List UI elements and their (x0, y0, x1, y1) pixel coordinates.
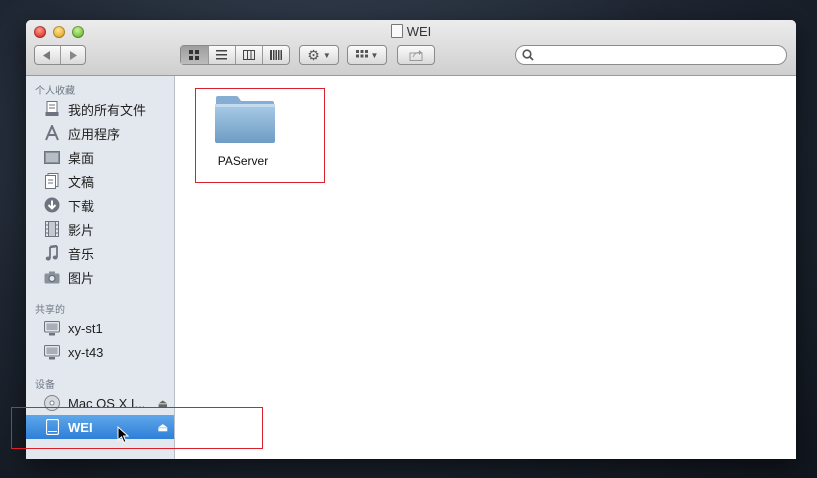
toolbar: WEI ⚙ ▼ ▼ (26, 20, 796, 76)
finder-window: WEI ⚙ ▼ ▼ 个人收藏 我的所有文件 应用程序 桌面 文稿 下载 影片 音… (26, 20, 796, 459)
sidebar-item-documents[interactable]: 文稿 (26, 169, 174, 193)
sidebar-item-pictures[interactable]: 图片 (26, 265, 174, 289)
search-field[interactable] (515, 45, 787, 65)
icon-view-icon (188, 49, 199, 60)
sidebar: 个人收藏 我的所有文件 应用程序 桌面 文稿 下载 影片 音乐 图片 共享的 x… (26, 76, 175, 459)
applications-icon (43, 124, 61, 142)
chevron-left-icon (43, 50, 51, 60)
sidebar-item-xy-t43[interactable]: xy-t43 (26, 340, 174, 364)
chevron-down-icon: ▼ (322, 50, 331, 60)
action-menu-button[interactable]: ⚙ ▼ (299, 45, 339, 65)
sidebar-item-label: 下载 (68, 198, 95, 214)
sidebar-item-label: xy-t43 (68, 344, 104, 360)
music-icon (43, 244, 61, 262)
window-title: WEI (26, 24, 796, 39)
share-icon (409, 49, 423, 61)
sidebar-item-label: xy-st1 (68, 320, 103, 336)
sidebar-item-desktop[interactable]: 桌面 (26, 145, 174, 169)
highlight-box-folder (195, 88, 325, 183)
documents-icon (43, 172, 61, 190)
sidebar-item-xy-st1[interactable]: xy-st1 (26, 316, 174, 340)
icon-view-button[interactable] (181, 46, 209, 64)
highlight-box-drive (11, 407, 263, 449)
gear-icon: ⚙ (307, 46, 320, 63)
back-button[interactable] (35, 46, 61, 64)
computer-icon (43, 319, 61, 337)
sidebar-header-favorites: 个人收藏 (35, 86, 75, 97)
sidebar-item-movies[interactable]: 影片 (26, 217, 174, 241)
movies-icon (43, 220, 61, 238)
chevron-right-icon (69, 50, 77, 60)
grid-icon (355, 50, 368, 58)
sidebar-item-all-files[interactable]: 我的所有文件 (26, 97, 174, 121)
sidebar-item-label: 桌面 (68, 150, 95, 166)
sidebar-header-devices: 设备 (35, 380, 55, 391)
chevron-down-icon: ▼ (370, 50, 379, 60)
window-title-text: WEI (406, 24, 432, 39)
sidebar-item-applications[interactable]: 应用程序 (26, 121, 174, 145)
search-icon (522, 49, 534, 61)
column-view-icon (242, 50, 255, 60)
view-switcher (180, 45, 290, 65)
sidebar-item-label: 我的所有文件 (68, 102, 147, 118)
downloads-icon (43, 196, 61, 214)
pictures-icon (43, 268, 61, 286)
sidebar-item-downloads[interactable]: 下载 (26, 193, 174, 217)
sidebar-item-label: 图片 (68, 270, 95, 286)
arrange-menu-button[interactable]: ▼ (347, 45, 387, 65)
forward-button[interactable] (61, 46, 85, 64)
sidebar-item-label: 文稿 (68, 174, 95, 190)
drive-icon (390, 24, 403, 38)
sidebar-item-music[interactable]: 音乐 (26, 241, 174, 265)
all-files-icon (43, 100, 61, 118)
sidebar-item-label: 音乐 (68, 246, 95, 262)
sidebar-item-label: 应用程序 (68, 126, 121, 142)
sidebar-item-label: 影片 (68, 222, 95, 238)
column-view-button[interactable] (236, 46, 263, 64)
desktop-icon (43, 148, 61, 166)
mouse-pointer-icon (117, 426, 129, 444)
coverflow-view-button[interactable] (263, 46, 289, 64)
coverflow-view-icon (270, 50, 282, 60)
computer-icon (43, 343, 61, 361)
sidebar-header-shared: 共享的 (35, 305, 65, 316)
list-view-icon (216, 50, 228, 60)
back-forward-control (34, 45, 86, 65)
list-view-button[interactable] (209, 46, 236, 64)
share-button[interactable] (397, 45, 435, 65)
